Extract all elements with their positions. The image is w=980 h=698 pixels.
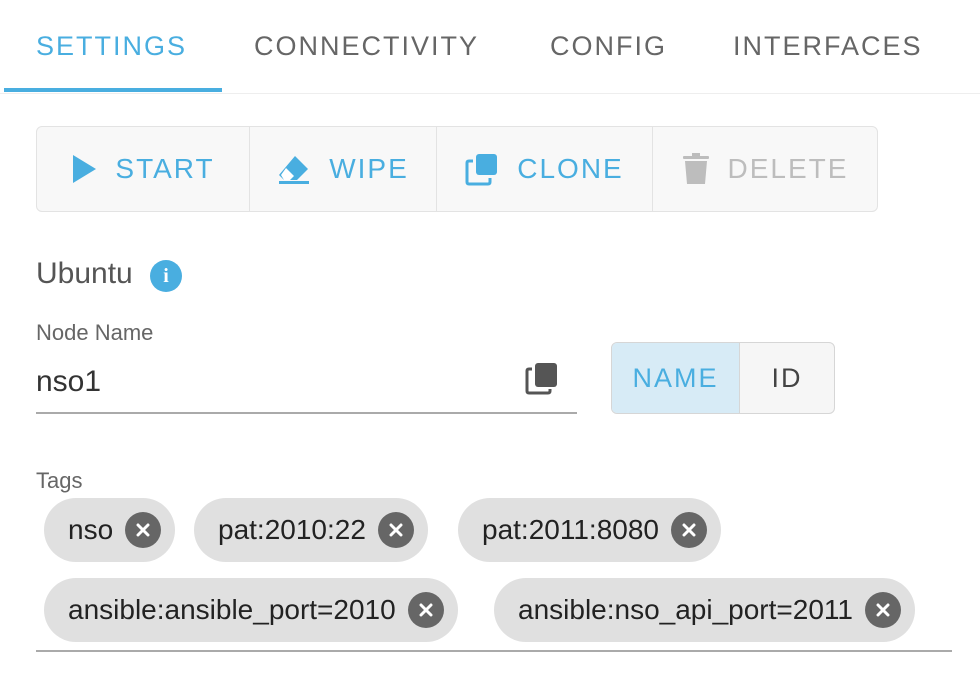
tag-chip: pat:2011:8080 <box>458 498 721 562</box>
tag-chip: pat:2010:22 <box>194 498 428 562</box>
clone-icon <box>465 152 499 186</box>
tab-settings[interactable]: SETTINGS <box>36 26 187 66</box>
node-name-input[interactable] <box>36 352 577 414</box>
tag-chip: ansible:ansible_port=2010 <box>44 578 458 642</box>
tag-chip-label: ansible:ansible_port=2010 <box>68 594 396 625</box>
tag-chip-label: nso <box>68 514 114 545</box>
active-tab-indicator <box>4 88 222 92</box>
tag-chip-label: ansible:nso_api_port=2011 <box>518 594 853 625</box>
tag-chip: ansible:nso_api_port=2011 <box>494 578 915 642</box>
remove-tag-icon[interactable] <box>407 592 444 628</box>
remove-tag-icon[interactable] <box>670 512 707 548</box>
copy-icon[interactable] <box>524 360 560 396</box>
start-button[interactable]: START <box>37 127 250 211</box>
delete-button-label: DELETE <box>727 153 849 184</box>
node-name-label: Node Name <box>36 320 154 345</box>
eraser-icon <box>277 154 311 184</box>
info-icon[interactable]: i <box>150 260 182 292</box>
toggle-name-button[interactable]: NAME <box>612 343 740 413</box>
tab-connectivity[interactable]: CONNECTIVITY <box>254 26 479 66</box>
node-action-bar: START WIPE CLONE DELETE <box>36 126 878 212</box>
toggle-id-button[interactable]: ID <box>740 343 834 413</box>
trash-icon <box>682 153 710 185</box>
remove-tag-icon[interactable] <box>125 512 162 548</box>
start-button-label: START <box>115 153 215 184</box>
clone-button-label: CLONE <box>517 153 624 184</box>
wipe-button[interactable]: WIPE <box>250 127 437 211</box>
tab-bar: SETTINGS CONNECTIVITY CONFIG INTERFACES <box>0 0 980 94</box>
play-icon <box>71 154 97 184</box>
tag-chip-label: pat:2011:8080 <box>482 514 659 545</box>
tab-interfaces[interactable]: INTERFACES <box>733 26 923 66</box>
remove-tag-icon[interactable] <box>377 512 414 548</box>
tags-label: Tags <box>36 468 83 493</box>
tag-chip-label: pat:2010:22 <box>218 514 366 545</box>
label-mode-toggle: NAME ID <box>611 342 835 414</box>
clone-button[interactable]: CLONE <box>437 127 653 211</box>
wipe-button-label: WIPE <box>329 153 409 184</box>
delete-button[interactable]: DELETE <box>653 127 877 211</box>
tags-input-underline <box>36 650 952 652</box>
tag-chip: nso <box>44 498 176 562</box>
node-definition-title: Ubuntu <box>36 257 133 290</box>
tab-config[interactable]: CONFIG <box>550 26 667 66</box>
remove-tag-icon[interactable] <box>864 592 901 628</box>
